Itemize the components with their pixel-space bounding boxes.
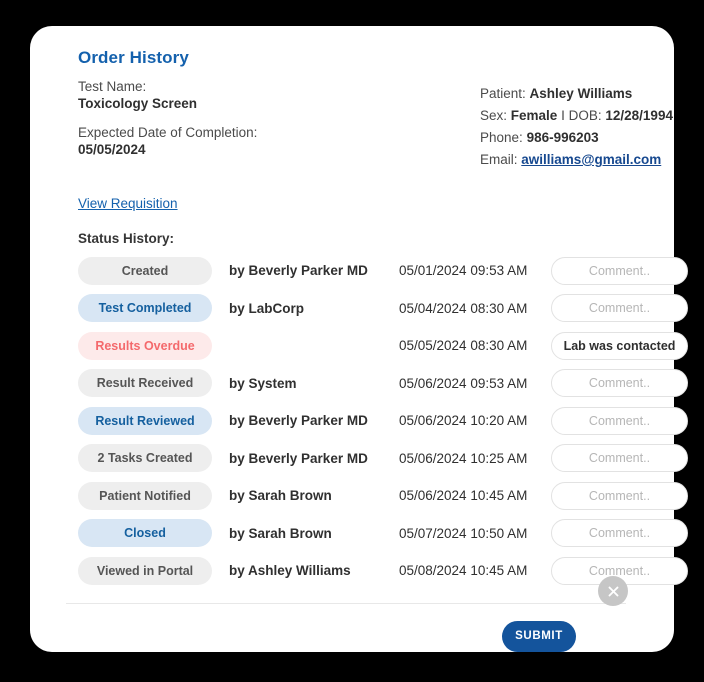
dialog-body: Order History Test Name: Toxicology Scre… — [30, 26, 688, 652]
expected-date-block: Expected Date of Completion: 05/05/2024 — [78, 124, 408, 158]
email-link[interactable]: awilliams@gmail.com — [521, 152, 661, 167]
patient-name-line: Patient: Ashley Williams — [480, 83, 704, 105]
status-actor: by LabCorp — [229, 300, 305, 316]
status-timestamp: 05/06/2024 10:45 AM — [399, 488, 528, 504]
patient-name-value: Ashley Williams — [529, 86, 633, 101]
status-timestamp: 05/06/2024 10:20 AM — [399, 413, 528, 429]
status-badge: Created — [78, 256, 212, 285]
status-history-row: Patient Notified by Sarah Brown 05/06/2024… — [78, 477, 688, 515]
phone-value: 986-996203 — [526, 130, 599, 145]
order-history-dialog: Order History Test Name: Toxicology Scre… — [30, 26, 688, 652]
status-history-label: Status History: — [78, 231, 175, 246]
dob-value: 12/28/1994 — [605, 108, 673, 123]
close-icon — [608, 586, 618, 596]
status-history-row: Closed by Sarah Brown 05/07/2024 10:50 AM — [78, 515, 688, 553]
comment-input[interactable] — [551, 294, 688, 323]
status-history-row: 2 Tasks Created by Beverly Parker MD 05/06… — [78, 440, 688, 478]
status-timestamp: 05/05/2024 08:30 AM — [399, 338, 528, 354]
status-timestamp: 05/06/2024 09:53 AM — [399, 375, 528, 391]
submit-button[interactable]: SUBMIT — [502, 620, 576, 652]
sex-value: Female — [510, 108, 558, 123]
status-badge: Closed — [78, 519, 212, 548]
status-history-row: Results Overdue 05/05/2024 08:30 AM — [78, 327, 688, 365]
test-name-block: Test Name: Toxicology Screen — [78, 78, 408, 112]
status-actor: by Ashley Williams — [229, 563, 351, 579]
status-timestamp: 05/06/2024 10:25 AM — [399, 450, 528, 466]
test-name-label: Test Name: — [78, 79, 147, 94]
sex-dob-separator: I — [561, 108, 565, 123]
status-history-list: Created by Beverly Parker MD 05/01/2024 09… — [78, 252, 688, 590]
status-history-row: Test Completed by LabCorp 05/04/2024 08:30… — [78, 290, 688, 328]
status-timestamp: 05/04/2024 08:30 AM — [399, 300, 528, 316]
status-actor: by Beverly Parker MD — [229, 413, 368, 429]
patient-details: Patient: Ashley Williams Sex: Female I D… — [480, 83, 704, 171]
status-timestamp: 05/01/2024 09:53 AM — [399, 263, 528, 279]
status-timestamp: 05/08/2024 10:45 AM — [399, 563, 528, 579]
phone-label: Phone: — [480, 130, 523, 145]
view-requisition-link[interactable]: View Requisition — [78, 196, 178, 211]
expected-date-label: Expected Date of Completion: — [78, 125, 258, 140]
comment-input[interactable] — [551, 369, 688, 398]
status-actor: by Beverly Parker MD — [229, 450, 368, 466]
status-timestamp: 05/07/2024 10:50 AM — [399, 525, 528, 541]
status-badge: Viewed in Portal — [78, 556, 212, 585]
status-badge: Test Completed — [78, 294, 212, 323]
comment-input[interactable] — [551, 256, 688, 285]
comment-input[interactable] — [551, 481, 688, 510]
comment-input[interactable] — [551, 406, 688, 435]
email-label: Email: — [480, 152, 518, 167]
test-name-value: Toxicology Screen — [78, 96, 198, 111]
dob-label: DOB: — [568, 108, 602, 123]
status-history-row: Result Received by System 05/06/2024 09:53… — [78, 365, 688, 403]
status-actor: by Sarah Brown — [229, 488, 332, 504]
status-history-row: Created by Beverly Parker MD 05/01/2024 09… — [78, 252, 688, 290]
dialog-footer: SUBMIT — [48, 604, 650, 666]
status-history-row: Viewed in Portal by Ashley Williams 05/08/… — [78, 552, 688, 590]
comment-input[interactable] — [551, 444, 688, 473]
status-badge: 2 Tasks Created — [78, 444, 212, 473]
status-badge: Result Reviewed — [78, 406, 212, 435]
status-badge: Patient Notified — [78, 481, 212, 510]
patient-email-line: Email: awilliams@gmail.com — [480, 149, 704, 171]
order-info-section: Test Name: Toxicology Screen Expected Da… — [78, 78, 673, 193]
sex-label: Sex: — [480, 108, 508, 123]
page-title: Order History — [78, 48, 189, 67]
comment-input[interactable] — [551, 331, 688, 360]
status-actor: by System — [229, 375, 297, 391]
view-requisition-wrap: View Requisition — [78, 195, 650, 213]
order-details: Test Name: Toxicology Screen Expected Da… — [78, 78, 408, 170]
expected-date-value: 05/05/2024 — [78, 142, 146, 157]
status-actor: by Beverly Parker MD — [229, 263, 368, 279]
patient-phone-line: Phone: 986-996203 — [480, 127, 704, 149]
status-history-row: Result Reviewed by Beverly Parker MD 05/06… — [78, 402, 688, 440]
comment-input[interactable] — [551, 519, 688, 548]
patient-sex-dob-line: Sex: Female I DOB: 12/28/1994 — [480, 105, 704, 127]
status-badge: Results Overdue — [78, 331, 212, 360]
status-badge: Result Received — [78, 369, 212, 398]
status-actor: by Sarah Brown — [229, 525, 332, 541]
close-button[interactable] — [598, 576, 628, 606]
patient-label: Patient: — [480, 86, 526, 101]
